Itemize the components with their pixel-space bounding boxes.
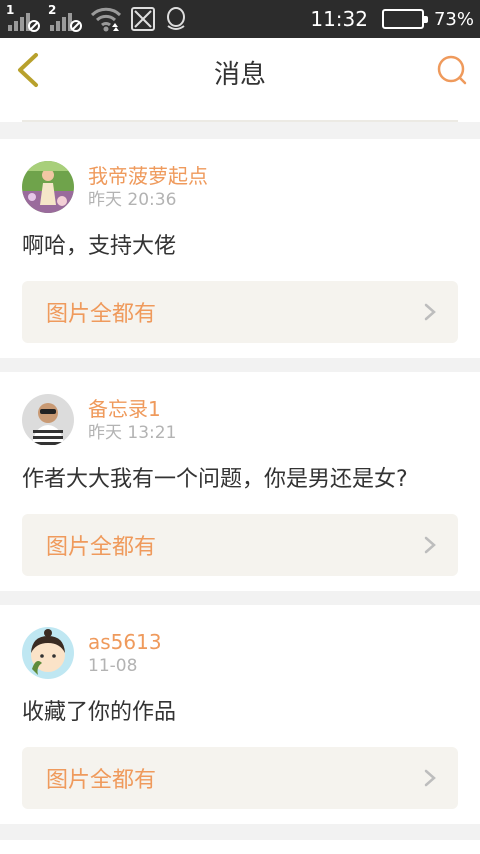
- chevron-right-icon: [424, 536, 436, 554]
- notification-off-icon: [130, 6, 156, 32]
- username[interactable]: 我帝菠萝起点: [88, 163, 208, 189]
- username[interactable]: 备忘录1: [88, 396, 176, 422]
- message-card: 我帝菠萝起点 昨天 20:36 啊哈，支持大佬 图片全都有: [0, 139, 480, 358]
- avatar[interactable]: [22, 394, 74, 446]
- message-time: 昨天 13:21: [88, 423, 177, 443]
- previous-card-bottom: [0, 104, 480, 122]
- message-time: 昨天 20:36: [88, 190, 177, 210]
- message-header: as5613 11-08: [22, 627, 458, 679]
- battery-percent: 73%: [433, 8, 474, 30]
- signal-icon-sim2: 2: [48, 3, 82, 33]
- work-title: 图片全都有: [46, 535, 157, 560]
- username[interactable]: as5613: [88, 629, 162, 655]
- message-text: 啊哈，支持大佬: [22, 234, 177, 259]
- work-title: 图片全都有: [46, 768, 157, 793]
- message-feed[interactable]: 我帝菠萝起点 昨天 20:36 啊哈，支持大佬 图片全都有 备忘录1 昨天 13…: [0, 104, 480, 854]
- message-header: 备忘录1 昨天 13:21: [22, 394, 458, 446]
- search-icon: [437, 55, 467, 85]
- work-link[interactable]: 图片全都有: [22, 747, 458, 809]
- avatar[interactable]: [22, 627, 74, 679]
- message-text: 作者大大我有一个问题，你是男还是女?: [22, 467, 408, 492]
- message-card: 备忘录1 昨天 13:21 作者大大我有一个问题，你是男还是女? 图片全都有: [0, 372, 480, 591]
- status-icons-left: 1 2: [6, 3, 188, 34]
- work-title: 图片全都有: [46, 302, 157, 327]
- work-link[interactable]: 图片全都有: [22, 514, 458, 576]
- app-header: 消息: [0, 38, 480, 104]
- message-header: 我帝菠萝起点 昨天 20:36: [22, 161, 458, 213]
- status-bar: 1 2 11:32 73%: [0, 0, 480, 38]
- battery-icon: [381, 9, 428, 29]
- status-icons-right: 11:32 73%: [310, 4, 474, 34]
- message-time: 11-08: [88, 656, 138, 676]
- search-button[interactable]: [436, 54, 468, 86]
- chevron-right-icon: [424, 769, 436, 787]
- next-card-top: [0, 840, 480, 854]
- clock: 11:32: [310, 7, 368, 31]
- wifi-icon: [90, 5, 122, 33]
- page-title: 消息: [213, 60, 266, 90]
- chevron-right-icon: [424, 303, 436, 321]
- signal-icon-sim1: 1: [6, 3, 40, 33]
- work-link[interactable]: 图片全都有: [22, 281, 458, 343]
- qq-icon: [164, 6, 188, 32]
- message-card: as5613 11-08 收藏了你的作品 图片全都有: [0, 605, 480, 824]
- avatar[interactable]: [22, 161, 74, 213]
- message-text: 收藏了你的作品: [22, 700, 177, 725]
